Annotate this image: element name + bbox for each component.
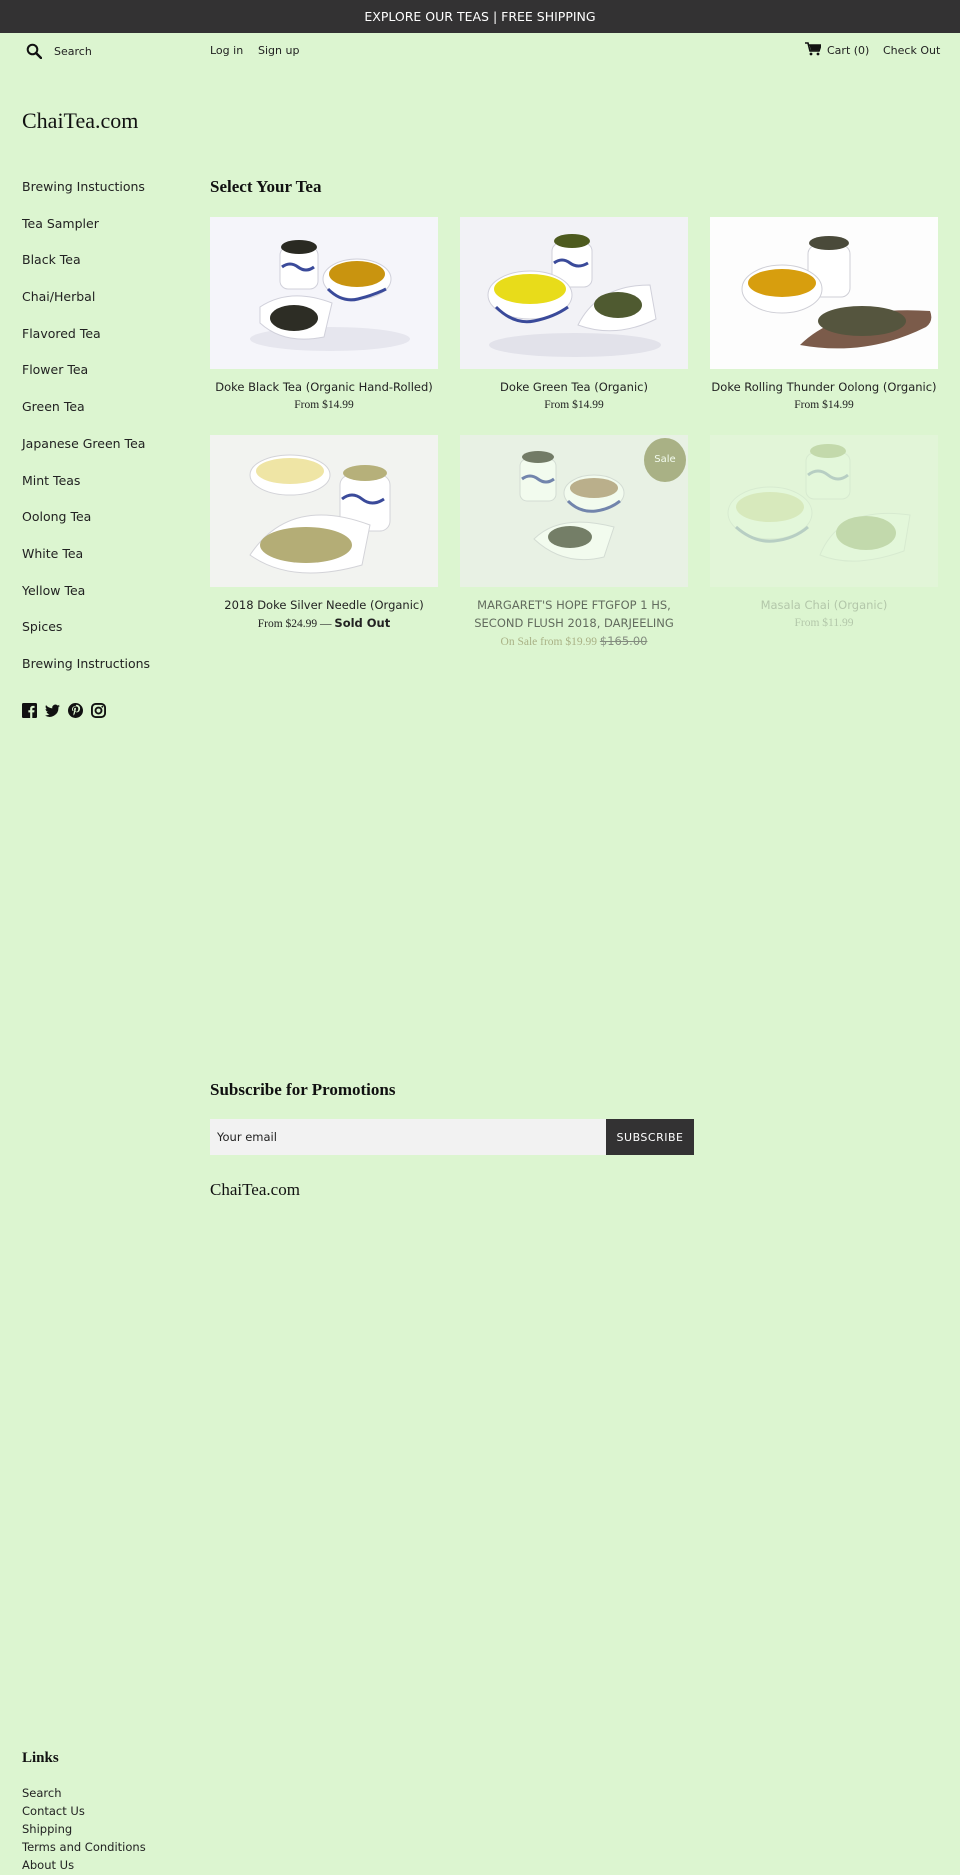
sidebar-item-black-tea[interactable]: Black Tea bbox=[22, 253, 192, 290]
sidebar-item-flower-tea[interactable]: Flower Tea bbox=[22, 363, 192, 400]
sidebar-item-flavored-tea[interactable]: Flavored Tea bbox=[22, 326, 192, 364]
sidebar-item-japanese-green-tea[interactable]: Japanese Green Tea bbox=[22, 436, 192, 474]
sale-badge: Sale bbox=[644, 438, 686, 482]
sidebar-item-yellow-tea[interactable]: Yellow Tea bbox=[22, 583, 192, 621]
footer-links-title: Links bbox=[22, 1750, 59, 1766]
footer-link-terms[interactable]: Terms and Conditions bbox=[22, 1838, 146, 1856]
compare-at-price: $165.00 bbox=[599, 634, 648, 648]
sold-out-label: Sold Out bbox=[334, 616, 391, 630]
product-image[interactable] bbox=[210, 435, 438, 587]
sidebar-item-oolong-tea[interactable]: Oolong Tea bbox=[22, 510, 192, 547]
product-card[interactable]: Doke Green Tea (Organic) From $14.99 bbox=[460, 217, 688, 414]
sidebar-item-white-tea[interactable]: White Tea bbox=[22, 546, 192, 584]
product-name[interactable]: MARGARET'S HOPE FTGFOP 1 HS, SECOND FLUS… bbox=[460, 596, 688, 632]
cart-icon[interactable] bbox=[805, 42, 821, 56]
sidebar-item-tea-sampler[interactable]: Tea Sampler bbox=[22, 216, 192, 254]
product-name[interactable]: Doke Green Tea (Organic) bbox=[460, 378, 688, 396]
product-card[interactable]: Doke Black Tea (Organic Hand-Rolled) Fro… bbox=[210, 217, 438, 414]
product-name[interactable]: Doke Black Tea (Organic Hand-Rolled) bbox=[210, 378, 438, 396]
price-value: From $24.99 bbox=[257, 618, 318, 630]
product-image[interactable] bbox=[460, 217, 688, 369]
product-price: On Sale from $19.99 $165.00 bbox=[460, 632, 688, 651]
twitter-icon[interactable] bbox=[45, 703, 60, 718]
footer-link-shipping[interactable]: Shipping bbox=[22, 1820, 146, 1838]
facebook-icon[interactable] bbox=[22, 703, 37, 718]
footer-brand: ChaiTea.com bbox=[210, 1180, 300, 1199]
footer-link-about[interactable]: About Us bbox=[22, 1856, 146, 1874]
footer-link-search[interactable]: Search bbox=[22, 1784, 146, 1802]
signup-link[interactable]: Sign up bbox=[258, 44, 299, 57]
product-card[interactable]: 2018 Doke Silver Needle (Organic) From $… bbox=[210, 435, 438, 633]
newsletter-title: Subscribe for Promotions bbox=[210, 1080, 396, 1099]
product-price: From $14.99 bbox=[294, 399, 354, 411]
price-separator: — bbox=[320, 618, 332, 630]
collection-title: Select Your Tea bbox=[210, 177, 322, 196]
sidebar-item-spices[interactable]: Spices bbox=[22, 620, 192, 657]
product-image[interactable]: Sale bbox=[460, 435, 688, 587]
footer-links: Search Contact Us Shipping Terms and Con… bbox=[22, 1784, 146, 1874]
login-link[interactable]: Log in bbox=[210, 44, 243, 57]
product-name[interactable]: Masala Chai (Organic) bbox=[710, 596, 938, 614]
tea-photo-silver-needle bbox=[210, 435, 438, 587]
search-form bbox=[24, 41, 194, 61]
product-price: From $11.99 bbox=[794, 617, 854, 629]
pinterest-icon[interactable] bbox=[68, 703, 83, 718]
product-name[interactable]: 2018 Doke Silver Needle (Organic) bbox=[210, 596, 438, 614]
tea-photo-black bbox=[210, 217, 438, 369]
search-icon[interactable] bbox=[26, 43, 42, 59]
product-card[interactable]: Sale MARGARET'S HOPE FTGFOP 1 HS, SECOND… bbox=[460, 435, 688, 651]
site-logo[interactable]: ChaiTea.com bbox=[22, 108, 138, 134]
sidebar-nav: Brewing Instuctions Tea Sampler Black Te… bbox=[22, 180, 192, 694]
subscribe-button[interactable]: SUBSCRIBE bbox=[606, 1119, 694, 1155]
product-price: From $14.99 bbox=[794, 399, 854, 411]
footer-link-contact[interactable]: Contact Us bbox=[22, 1802, 146, 1820]
product-image[interactable] bbox=[710, 435, 938, 587]
top-bar: Log in Sign up Cart (0) Check Out bbox=[0, 33, 960, 69]
product-name[interactable]: Doke Rolling Thunder Oolong (Organic) bbox=[710, 378, 938, 396]
product-card[interactable]: Doke Rolling Thunder Oolong (Organic) Fr… bbox=[710, 217, 938, 414]
product-price: From $24.99 — Sold Out bbox=[210, 614, 438, 633]
sidebar-item-green-tea[interactable]: Green Tea bbox=[22, 400, 192, 437]
sidebar-item-chai-herbal[interactable]: Chai/Herbal bbox=[22, 290, 192, 327]
tea-photo-masala-chai bbox=[710, 435, 938, 587]
email-input[interactable] bbox=[210, 1119, 606, 1155]
checkout-link[interactable]: Check Out bbox=[883, 44, 940, 57]
sidebar-item-brewing-instuctions[interactable]: Brewing Instuctions bbox=[22, 180, 192, 217]
product-image[interactable] bbox=[710, 217, 938, 369]
cart-link[interactable]: Cart (0) bbox=[827, 44, 869, 57]
announcement-bar[interactable]: EXPLORE OUR TEAS | FREE SHIPPING bbox=[0, 0, 960, 33]
tea-photo-oolong bbox=[710, 217, 938, 369]
tea-photo-green bbox=[460, 217, 688, 369]
sidebar-item-mint-teas[interactable]: Mint Teas bbox=[22, 473, 192, 511]
search-input[interactable] bbox=[54, 41, 194, 61]
sidebar-item-brewing-instructions[interactable]: Brewing Instructions bbox=[22, 656, 192, 694]
instagram-icon[interactable] bbox=[91, 703, 106, 718]
product-card[interactable]: Masala Chai (Organic) From $11.99 bbox=[710, 435, 938, 632]
sale-price: On Sale from $19.99 bbox=[500, 636, 598, 648]
product-price: From $14.99 bbox=[544, 399, 604, 411]
product-image[interactable] bbox=[210, 217, 438, 369]
